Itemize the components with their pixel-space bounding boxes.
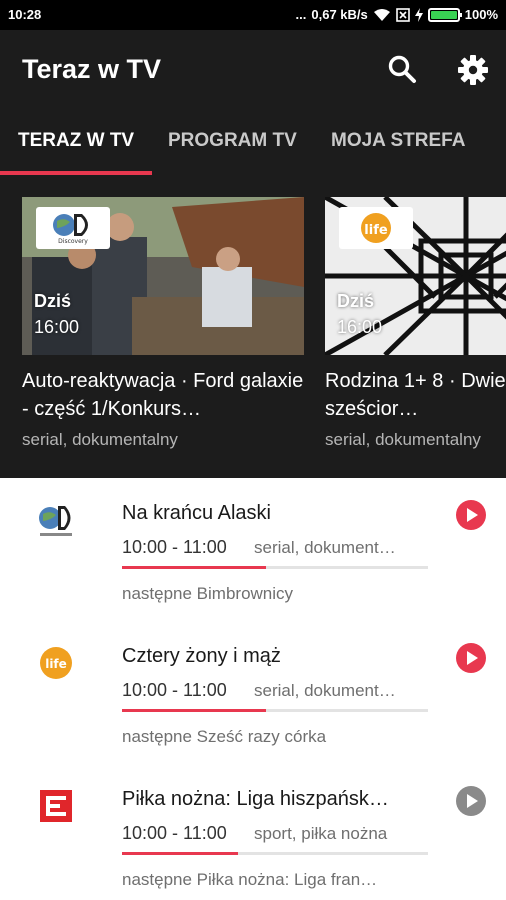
settings-gear-icon[interactable] — [455, 52, 491, 88]
list-item[interactable]: Piłka nożna: Liga hiszpańsk… 10:00 - 11:… — [0, 764, 506, 900]
program-title: Piłka nożna: Liga hiszpańsk… — [122, 788, 389, 810]
featured-card[interactable]: Discovery Dziś 16:00 Auto-reaktywacja · … — [22, 197, 304, 450]
program-time: 10:00 - 11:00 — [122, 537, 227, 557]
program-genre: serial, dokument… — [254, 538, 396, 557]
discovery-life-logo-icon: life — [40, 647, 72, 679]
tab-program-tv[interactable]: PROGRAM TV — [168, 130, 297, 152]
program-title: Cztery żony i mąż — [122, 645, 281, 667]
program-genre: sport, piłka nożna — [254, 824, 388, 843]
featured-carousel: Discovery Dziś 16:00 Auto-reaktywacja · … — [0, 176, 506, 478]
featured-title: Auto-reaktywacja · Ford galaxie - część … — [22, 370, 304, 420]
now-on-tv-list: Na krańcu Alaski 10:00 - 11:00 serial, d… — [0, 478, 506, 900]
status-icons: ... 0,67 kB/s 100% — [296, 7, 498, 22]
next-program: następne Piłka nożna: Liga fran… — [122, 870, 378, 889]
battery-icon — [427, 7, 462, 22]
discovery-logo-icon — [39, 506, 72, 536]
next-program: następne Sześć razy córka — [122, 727, 327, 746]
channel-logo-discovery-life: life — [339, 207, 413, 249]
featured-title: Rodzina 1+ 8 · Dwie urodziny sześcior… — [325, 370, 506, 420]
featured-genre: serial, dokumentalny — [325, 430, 481, 449]
status-time: 10:28 — [8, 7, 42, 22]
discovery-life-logo-icon: life — [361, 213, 391, 243]
list-item[interactable]: Na krańcu Alaski 10:00 - 11:00 serial, d… — [0, 478, 506, 621]
channel-logo-discovery: Discovery — [36, 207, 110, 249]
featured-card[interactable]: life Dziś 16:00 Rodzina 1+ 8 · Dwie urod… — [325, 197, 506, 450]
eleven-logo-icon — [40, 790, 72, 822]
air-hour: 16:00 — [34, 317, 80, 337]
program-time: 10:00 - 11:00 — [122, 823, 227, 843]
list-item[interactable]: life Cztery żony i mąż 10:00 - 11:00 ser… — [0, 621, 506, 764]
air-day: Dziś — [337, 291, 375, 311]
air-day: Dziś — [34, 291, 72, 311]
svg-text:Discovery: Discovery — [58, 238, 88, 245]
play-icon[interactable] — [455, 785, 487, 817]
wifi-icon — [373, 8, 390, 21]
play-icon[interactable] — [455, 642, 487, 674]
charging-icon — [414, 7, 423, 22]
air-hour: 16:00 — [337, 317, 383, 337]
network-speed: 0,67 kB/s — [311, 7, 368, 22]
discovery-logo-icon: Discovery — [53, 214, 88, 245]
battery-percent: 100% — [464, 7, 498, 22]
status-bar: 10:28 ... 0,67 kB/s 100% — [0, 0, 506, 30]
search-icon[interactable] — [385, 52, 421, 88]
tab-teraz-w-tv[interactable]: TERAZ W TV — [18, 130, 134, 152]
program-progress — [122, 709, 428, 712]
next-program: następne Bimbrownicy — [122, 584, 294, 603]
program-genre: serial, dokument… — [254, 681, 396, 700]
program-title: Na krańcu Alaski — [122, 502, 271, 524]
page-title: Teraz w TV — [22, 54, 162, 84]
tab-bar: TERAZ W TV PROGRAM TV MOJA STREFA — [0, 110, 506, 176]
featured-thumbnail: life Dziś 16:00 — [325, 197, 506, 355]
program-progress — [122, 566, 428, 569]
svg-text:life: life — [364, 223, 388, 238]
featured-genre: serial, dokumentalny — [22, 430, 178, 449]
play-icon[interactable] — [455, 499, 487, 531]
sim-card-icon — [395, 7, 410, 22]
active-tab-indicator — [0, 171, 152, 175]
notification-dots: ... — [295, 7, 307, 22]
program-progress — [122, 852, 428, 855]
app-bar: Teraz w TV — [0, 30, 506, 110]
svg-text:life: life — [45, 657, 67, 671]
tab-moja-strefa[interactable]: MOJA STREFA — [331, 130, 465, 152]
program-time: 10:00 - 11:00 — [122, 680, 227, 700]
featured-thumbnail: Discovery Dziś 16:00 — [22, 197, 304, 355]
